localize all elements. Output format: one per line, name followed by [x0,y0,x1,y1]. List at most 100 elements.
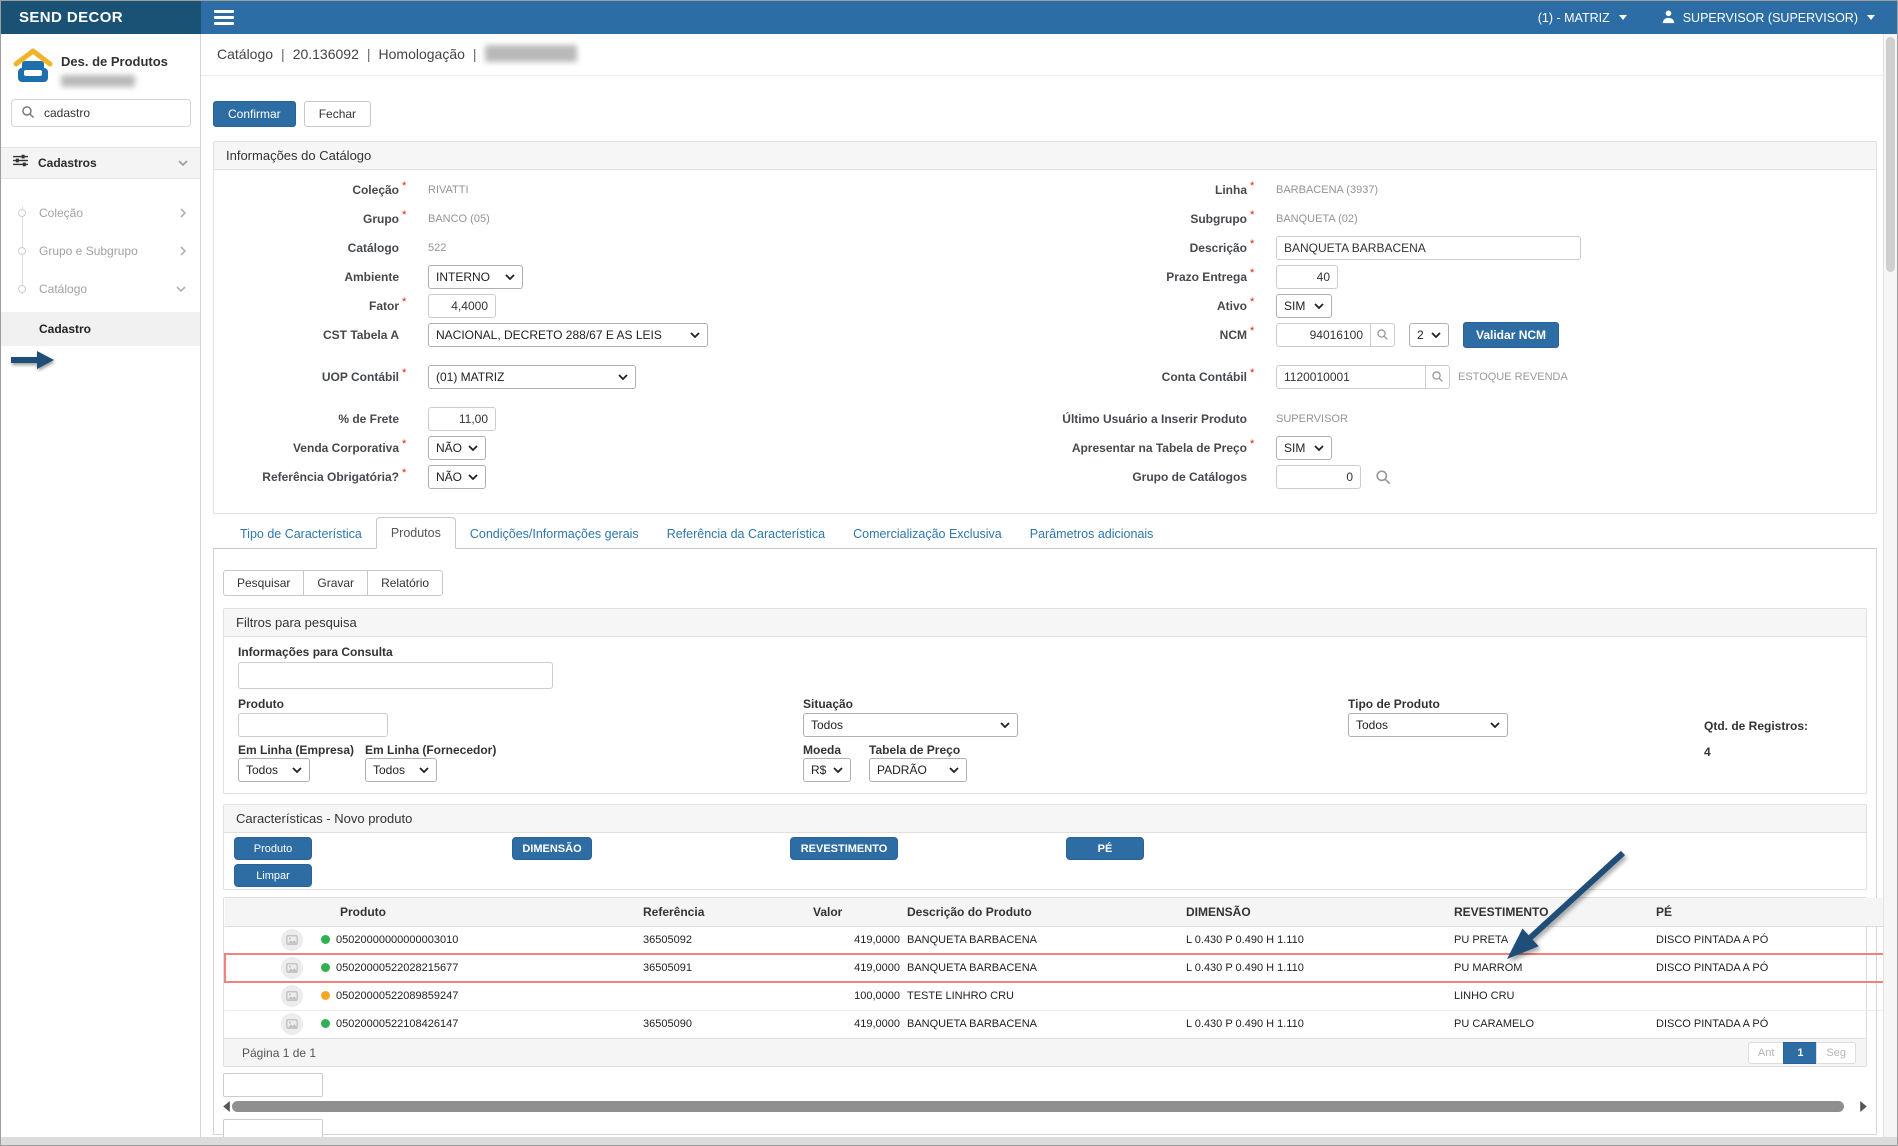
tab-condicoes-informacoes[interactable]: Condições/Informações gerais [456,519,653,549]
ativo-select[interactable]: SIM [1276,294,1332,318]
chevron-down-icon [178,160,188,166]
pesquisar-button[interactable]: Pesquisar [223,570,304,596]
tab-parametros-adicionais[interactable]: Parâmetros adicionais [1016,519,1168,549]
pagination-next-button[interactable]: Seg [1816,1042,1856,1064]
scroll-left-arrow-icon[interactable] [223,1101,230,1112]
grupo-catalogos-search-icon[interactable] [1375,469,1391,485]
field-label: Subgrupo [1022,212,1247,226]
scrollbar-thumb[interactable] [1886,37,1895,272]
column-header: DIMENSÃO [1178,898,1448,926]
prazo-entrega-input[interactable] [1276,265,1338,289]
field-label: Produto [238,697,284,711]
sidebar-search-input[interactable]: cadastro [11,99,191,127]
horizontal-scrollbar[interactable] [223,1100,1867,1113]
sidebar-item-cadastro[interactable]: Cadastro [1,312,200,346]
frete-input[interactable] [428,407,496,431]
venda-corporativa-select[interactable]: NÃO [428,436,486,460]
conta-contabil-input[interactable] [1276,365,1426,389]
product-code: 05020000522028215677 [336,962,458,974]
chevron-down-icon [1619,15,1627,20]
field-label: Situação [803,697,853,711]
product-pe: DISCO PINTADA A PÓ [1650,954,1889,982]
tipo-produto-select[interactable]: Todos [1348,713,1508,737]
conta-search-button[interactable] [1426,365,1450,389]
field-label: Fator [214,299,399,313]
table-row[interactable]: 05020000522089859247 100,0000 TESTE LINH… [225,982,1889,1010]
product-valor: 419,0000 [813,926,903,954]
product-rev: PU PRETA [1448,926,1650,954]
tabela-preco-select[interactable]: PADRÃO [869,758,967,782]
ncm-search-button[interactable] [1371,323,1395,347]
dimensao-button[interactable]: DIMENSÃO [512,837,592,860]
validar-ncm-button[interactable]: Validar NCM [1463,322,1559,348]
image-placeholder-icon[interactable] [281,1013,303,1035]
descricao-input[interactable] [1276,236,1581,260]
fator-input[interactable] [428,294,496,318]
situacao-select[interactable]: Todos [803,713,1018,737]
product-rev: PU MARROM [1448,954,1650,982]
revestimento-button[interactable]: REVESTIMENTO [790,837,898,860]
table-row-selected[interactable]: 05020000522028215677 36505091 419,0000 B… [225,954,1889,982]
pe-button[interactable]: PÉ [1066,837,1144,860]
tab-produtos[interactable]: Produtos [376,517,456,549]
produto-filter-input[interactable] [238,713,388,737]
sidebar-section-cadastros[interactable]: Cadastros [1,147,200,179]
gravar-button[interactable]: Gravar [303,570,368,596]
uop-contabil-select[interactable]: (01) MATRIZ [428,365,636,389]
table-row[interactable]: 05020000522108426147 36505090 419,0000 B… [225,1010,1889,1038]
hamburger-menu-icon[interactable] [201,1,247,34]
confirm-button[interactable]: Confirmar [213,101,296,127]
grupo-catalogos-input[interactable] [1276,465,1361,489]
image-placeholder-icon[interactable] [281,929,303,951]
product-rev: LINHO CRU [1448,982,1650,1010]
image-placeholder-icon[interactable] [281,957,303,979]
product-code: 05020000000000003010 [336,934,458,946]
cst-tabela-select[interactable]: NACIONAL, DECRETO 288/67 E AS LEIS [428,323,708,347]
scroll-right-arrow-icon[interactable] [1860,1101,1867,1112]
em-linha-empresa-select[interactable]: Todos [238,758,310,782]
breadcrumb-part: Homologação [379,46,465,62]
close-button[interactable]: Fechar [304,101,371,127]
sidebar-item-label: Cadastro [39,322,91,336]
moeda-select[interactable]: R$ [803,758,851,782]
sidebar-item-colecao[interactable]: Coleção [1,194,200,232]
apresentar-tabela-select[interactable]: SIM [1276,436,1332,460]
ncm-input[interactable] [1276,323,1371,347]
ambiente-select[interactable]: INTERNO [428,265,523,289]
scrollbar-thumb[interactable] [232,1101,1844,1112]
field-label: Linha [1022,183,1247,197]
branch-selector-label: (1) - MATRIZ [1538,11,1610,25]
catalogo-value: 522 [428,242,446,254]
window-bottom-edge [1,1137,1897,1145]
field-label: Ativo [1022,299,1247,313]
toolbar: Pesquisar Gravar Relatório [223,570,1867,596]
tab-tipo-de-caracteristica[interactable]: Tipo de Característica [226,519,376,549]
caracteristicas-panel: Características - Novo produto Produto D… [223,804,1867,890]
sidebar-item-catalogo[interactable]: Catálogo [1,270,200,308]
branch-selector[interactable]: (1) - MATRIZ [1538,11,1627,25]
sidebar-item-grupo-subgrupo[interactable]: Grupo e Subgrupo [1,232,200,270]
top-bar: SEND DECOR (1) - MATRIZ SUPERVISOR (SUPE… [1,1,1897,34]
pagination-page-1-button[interactable]: 1 [1783,1042,1817,1064]
tab-comercializacao-exclusiva[interactable]: Comercialização Exclusiva [839,519,1016,549]
subgrupo-value: BANQUETA (02) [1276,213,1358,225]
product-desc: BANQUETA BARBACENA [903,954,1178,982]
relatorio-button[interactable]: Relatório [367,570,443,596]
em-linha-fornecedor-select[interactable]: Todos [365,758,437,782]
user-menu[interactable]: SUPERVISOR (SUPERVISOR) [1661,9,1875,27]
ncm-digits-select[interactable]: 2 [1409,323,1449,347]
panel-title: Filtros para pesquisa [224,609,1866,637]
table-row[interactable]: 05020000000000003010 36505092 419,0000 B… [225,926,1889,954]
empty-input[interactable] [223,1073,323,1097]
bullet-icon [18,285,26,293]
tab-referencia-caracteristica[interactable]: Referência da Característica [653,519,839,549]
field-label: Apresentar na Tabela de Preço [1022,441,1247,455]
produto-button[interactable]: Produto [234,837,312,860]
limpar-button[interactable]: Limpar [234,864,312,887]
ultimo-usuario-value: SUPERVISOR [1276,413,1348,425]
informacoes-consulta-input[interactable] [238,662,553,689]
vertical-scrollbar[interactable] [1883,34,1897,1137]
referencia-obrigatoria-select[interactable]: NÃO [428,465,486,489]
pagination-prev-button[interactable]: Ant [1748,1042,1785,1064]
image-placeholder-icon[interactable] [281,985,303,1007]
